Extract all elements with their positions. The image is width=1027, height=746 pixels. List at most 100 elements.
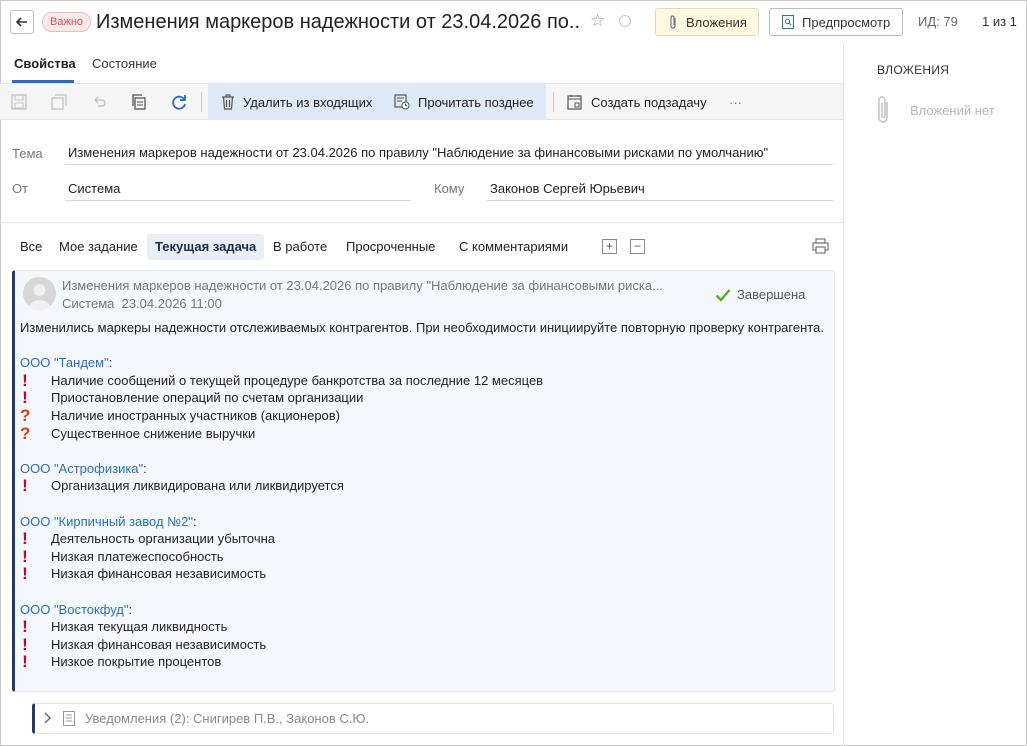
marker-text: Наличие иностранных участников (акционер…: [51, 407, 341, 423]
organization-link[interactable]: ООО "Востокфуд": [20, 602, 129, 617]
filter-bar: Все Мое задание Текущая задача В работе …: [0, 224, 843, 268]
record-id: ИД: 79: [918, 14, 958, 29]
marker-item: ? Наличие иностранных участников (акционе…: [20, 407, 830, 425]
checkmark-icon: [715, 288, 731, 302]
star-icon[interactable]: ☆: [590, 11, 605, 31]
marker-item: ! Низкая финансовая независимость: [20, 636, 830, 654]
toolbar: Удалить из входящих Прочитать позднее Со…: [0, 84, 843, 120]
organization-link[interactable]: ООО "Кирпичный завод №2": [20, 514, 193, 529]
from-label: От: [12, 181, 29, 196]
subtask-icon: [567, 95, 582, 110]
header: Важно Изменения маркеров надежности от 2…: [0, 0, 1027, 44]
toolbar-divider: [553, 92, 554, 112]
notifications-row[interactable]: Уведомления (2): Снигирев П.В., Законов …: [32, 703, 834, 734]
arrow-left-icon: [15, 17, 27, 27]
organization-colon: :: [192, 513, 197, 529]
exclamation-mark-icon: !: [22, 476, 28, 496]
toolbar-divider: [201, 92, 202, 112]
organization-colon: :: [108, 355, 113, 371]
organization-block: ООО "Тандем":: [20, 354, 830, 372]
status-circle-icon[interactable]: [619, 15, 631, 27]
tab-properties[interactable]: Свойства: [14, 56, 76, 71]
page-count: 1 из 1: [982, 14, 1017, 29]
preview-button-label: Предпросмотр: [802, 14, 891, 30]
trash-icon: [222, 94, 234, 110]
undo-icon[interactable]: [90, 93, 108, 111]
remove-from-inbox-button[interactable]: Удалить из входящих: [221, 84, 372, 120]
exclamation-mark-icon: !: [22, 370, 28, 390]
marker-item: ! Деятельность организации убыточна: [20, 530, 830, 548]
status-label: Завершена: [737, 287, 806, 302]
organization-colon: :: [128, 601, 133, 617]
message-meta: Система 23.04.2026 11:00: [62, 296, 222, 311]
to-field[interactable]: Законов Сергей Юрьевич: [487, 181, 833, 201]
paperclip-icon: [670, 15, 676, 29]
refresh-icon[interactable]: [170, 93, 188, 111]
filter-current-task[interactable]: Текущая задача: [147, 234, 265, 260]
filter-all[interactable]: Все: [12, 234, 50, 260]
filter-my-assignment[interactable]: Мое задание: [51, 234, 146, 260]
attachments-panel-title: ВЛОЖЕНИЯ: [877, 63, 950, 77]
to-label: Кому: [434, 181, 465, 196]
collapse-all-icon[interactable]: −: [630, 239, 645, 254]
attachments-panel: ВЛОЖЕНИЯ Вложений нет: [843, 44, 1027, 746]
subject-label: Тема: [12, 146, 43, 161]
tab-state[interactable]: Состояние: [92, 56, 157, 71]
message-subject[interactable]: Изменения маркеров надежности от 23.04.2…: [62, 278, 707, 293]
marker-item: ! Организация ликвидирована или ликвидиру…: [20, 477, 830, 495]
marker-text: Организация ликвидирована или ликвидируе…: [51, 478, 344, 494]
exclamation-mark-icon: !: [22, 388, 28, 408]
save-icon[interactable]: [10, 93, 28, 111]
question-mark-icon: ?: [20, 405, 31, 425]
exclamation-mark-icon: !: [22, 529, 28, 549]
message-author: Система: [62, 296, 115, 311]
marker-text: Низкая платежеспособность: [51, 548, 224, 564]
organization-block: ООО "Востокфуд":: [20, 601, 830, 619]
marker-text: Низкая финансовая независимость: [51, 566, 267, 582]
organizations-list: ООО "Тандем":! Наличие сообщений о текуще…: [20, 354, 830, 671]
organization-colon: :: [143, 460, 147, 476]
attachments-button[interactable]: Вложения: [655, 8, 759, 36]
save-all-icon[interactable]: [50, 93, 68, 111]
marker-item: ! Приостановление операций по счетам орга…: [20, 389, 830, 407]
marker-item: ! Низкое покрытие процентов: [20, 653, 830, 671]
organization-block: ООО "Астрофизика":: [20, 460, 830, 478]
filter-with-comments[interactable]: С комментариями: [451, 234, 576, 260]
read-later-icon: [394, 94, 410, 110]
marker-item: ! Наличие сообщений о текущей процедуре б…: [20, 372, 830, 390]
marker-item: ! Низкая платежеспособность: [20, 548, 830, 566]
create-subtask-button[interactable]: Создать подзадачу: [567, 84, 707, 120]
marker-text: Низкая текущая ликвидность: [51, 619, 228, 635]
remove-from-inbox-label: Удалить из входящих: [243, 94, 373, 110]
print-icon[interactable]: [812, 238, 829, 257]
organization-link[interactable]: ООО "Астрофизика": [20, 461, 143, 476]
marker-item: ! Низкая текущая ликвидность: [20, 618, 830, 636]
expand-all-icon[interactable]: +: [602, 239, 617, 254]
properties-form: Тема Изменения маркеров надежности от 23…: [0, 120, 843, 223]
more-options-button[interactable]: ···: [729, 84, 742, 120]
message-body: Изменились маркеры надежности отслеживае…: [20, 319, 830, 671]
copy-icon[interactable]: [130, 93, 148, 111]
avatar: [23, 277, 56, 310]
message-intro: Изменились маркеры надежности отслеживае…: [20, 320, 824, 335]
marker-item: ? Существенное снижение выручки: [20, 425, 830, 443]
organization-block: ООО "Кирпичный завод №2":: [20, 513, 830, 531]
important-badge: Важно: [42, 12, 92, 32]
page-title: Изменения маркеров надежности от 23.04.2…: [96, 11, 582, 33]
read-later-button[interactable]: Прочитать позднее: [394, 84, 534, 120]
filter-overdue[interactable]: Просроченные: [338, 234, 443, 260]
subject-field[interactable]: Изменения маркеров надежности от 23.04.2…: [65, 145, 833, 165]
back-button[interactable]: [10, 10, 34, 34]
no-attachments-text: Вложений нет: [910, 103, 995, 118]
exclamation-mark-icon: !: [22, 617, 28, 637]
document-search-icon: [782, 15, 794, 29]
from-field[interactable]: Система: [65, 181, 411, 201]
organization-link[interactable]: ООО "Тандем": [20, 355, 109, 370]
status-completed: Завершена: [715, 287, 805, 302]
chevron-right-icon[interactable]: [43, 712, 51, 727]
active-tab-indicator: [12, 80, 74, 83]
tab-bar: Свойства Состояние: [0, 44, 843, 84]
filter-in-progress[interactable]: В работе: [265, 234, 335, 260]
exclamation-mark-icon: !: [22, 564, 28, 584]
preview-button[interactable]: Предпросмотр: [769, 8, 903, 36]
